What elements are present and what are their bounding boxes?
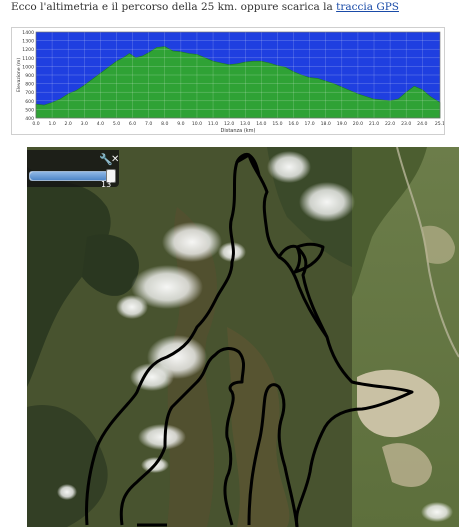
x-tick-label: 24.0 (417, 121, 427, 127)
x-tick-label: 14.0 (256, 121, 266, 127)
intro-text: Ecco l'altimetria e il percorso della 25… (11, 0, 451, 16)
x-tick-label: 25.1 (435, 121, 444, 127)
x-tick-label: 9.0 (177, 121, 184, 127)
cloud-3 (162, 222, 222, 262)
y-tick-label: 1100 (22, 56, 34, 62)
x-tick-label: 8.0 (161, 121, 168, 127)
y-tick-label: 1400 (22, 30, 34, 36)
x-tick-label: 20.0 (353, 121, 363, 127)
zoom-slider-panel: 🔧 ✕ 13 (27, 150, 119, 189)
cloud-1 (267, 151, 311, 183)
map-imagery[interactable] (27, 147, 459, 527)
y-tick-label: 500 (25, 107, 34, 113)
y-tick-label: 800 (25, 82, 34, 88)
zoom-slider-fill (30, 172, 108, 180)
y-axis-label: Elevazione (m) (16, 58, 22, 93)
cloud-9 (138, 424, 186, 450)
zoom-slider-track[interactable] (29, 171, 109, 181)
y-tick-label: 600 (25, 99, 34, 105)
gps-track-link[interactable]: traccia GPS (336, 1, 399, 13)
x-tick-label: 6.0 (129, 121, 136, 127)
y-tick-label: 900 (25, 73, 34, 79)
x-tick-label: 0.0 (32, 121, 39, 127)
x-tick-label: 21.0 (369, 121, 379, 127)
satellite-map[interactable]: 🔧 ✕ 13 (27, 147, 459, 527)
x-tick-label: 12.0 (224, 121, 234, 127)
x-tick-label: 11.0 (208, 121, 218, 127)
elevation-profile-chart: 400 500 600 700 800 900 1000 1100 1200 1300 1400 0.… (11, 27, 445, 135)
x-tick-label: 19.0 (337, 121, 347, 127)
x-tick-label: 2.0 (65, 121, 72, 127)
x-tick-label: 1.0 (48, 121, 55, 127)
y-tick-label: 1200 (22, 47, 34, 53)
close-icon[interactable]: ✕ (111, 154, 119, 165)
x-tick-label: 5.0 (113, 121, 120, 127)
x-tick-label: 22.0 (385, 121, 395, 127)
cloud-2 (299, 182, 355, 222)
x-tick-label: 10.0 (192, 121, 202, 127)
y-tick-label: 700 (25, 90, 34, 96)
y-tick-label: 1300 (22, 39, 34, 45)
x-tick-label: 7.0 (145, 121, 152, 127)
x-tick-label: 16.0 (288, 121, 298, 127)
x-tick-label: 17.0 (305, 121, 315, 127)
y-tick-label: 1000 (22, 64, 34, 70)
x-tick-label: 3.0 (81, 121, 88, 127)
x-tick-label: 18.0 (321, 121, 331, 127)
elevation-chart-svg: 400500600700800900100011001200130014000.… (16, 30, 444, 134)
x-tick-label: 15.0 (272, 121, 282, 127)
x-tick-label: 13.0 (240, 121, 250, 127)
zoom-level: 13 (101, 180, 112, 189)
cloud-12 (421, 502, 453, 522)
x-tick-label: 4.0 (97, 121, 104, 127)
x-tick-label: 23.0 (401, 121, 411, 127)
intro-sentence: Ecco l'altimetria e il percorso della 25… (11, 1, 333, 13)
cloud-6 (116, 295, 148, 319)
cloud-11 (57, 484, 77, 500)
x-axis-label: Distanza (km) (221, 128, 256, 134)
